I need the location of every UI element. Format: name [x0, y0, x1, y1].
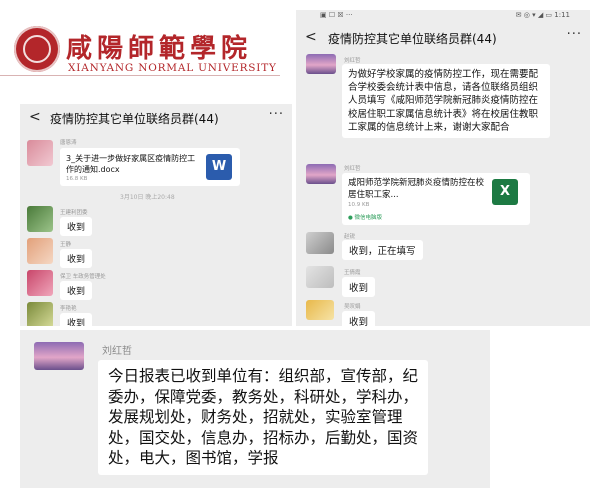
more-icon[interactable]: ··· [567, 27, 582, 42]
chat-title: 疫情防控其它单位联络员群(44) [50, 112, 219, 126]
chat-title: 疫情防控其它单位联络员群(44) [328, 32, 497, 46]
avatar[interactable] [27, 270, 53, 296]
avatar[interactable] [306, 54, 336, 74]
timestamp: 3月10日 晚上20:48 [120, 194, 175, 201]
message-bubble[interactable]: 收到 [342, 277, 376, 297]
message-bubble[interactable]: 收到，正在填写 [342, 240, 423, 260]
sender-name: 刘红哲 [344, 166, 361, 172]
avatar[interactable] [27, 140, 53, 166]
right-chat-window: ▣ ☐ ☒ ··· ✉ ◎ ▾ ◢ ▭ 1:11 < 疫情防控其它单位联络员群(… [296, 10, 590, 326]
bottom-chat-window: 刘红哲 今日报表已收到单位有：组织部，宣传部，纪委办，保障党委，教务处，科研处，… [20, 330, 490, 488]
word-file-icon: W [206, 154, 232, 180]
file-message[interactable]: 咸阳师范学院新冠肺炎疫情防控在校居住职工家... 10.9 KB X ● 微信电… [342, 173, 530, 225]
back-icon[interactable]: < [29, 109, 41, 125]
file-size: 10.9 KB [348, 202, 370, 208]
excel-file-icon: X [492, 179, 518, 205]
message-bubble[interactable]: 收到 [342, 311, 376, 326]
sender-name: 李艳艳 [60, 306, 77, 312]
avatar[interactable] [306, 232, 334, 254]
chat-header: < 疫情防控其它单位联络员群(44) ··· [296, 24, 590, 52]
sender-name: 唐恩涛 [60, 140, 77, 146]
message-bubble[interactable]: 收到 [60, 313, 93, 326]
university-name-cn: 咸陽師範學院 [66, 34, 253, 64]
avatar[interactable] [34, 342, 84, 370]
university-name-en: XIANYANG NORMAL UNIVERSITY [68, 62, 277, 74]
sender-name: 吴叹娟 [344, 304, 361, 310]
left-chat-window: < 疫情防控其它单位联络员群(44) ··· 唐恩涛 3_关于进一步做好家属区疫… [20, 104, 292, 326]
file-source-label: ● 微信电脑版 [348, 215, 383, 221]
status-bar: ▣ ☐ ☒ ··· ✉ ◎ ▾ ◢ ▭ 1:11 [296, 10, 590, 22]
university-logo-emblem [14, 26, 60, 72]
file-name: 3_关于进一步做好家属区疫情防控工作的通知.docx [66, 154, 196, 174]
sender-name: 王倩霞 [344, 270, 361, 276]
sender-name: 王静 [60, 242, 72, 248]
file-message[interactable]: 3_关于进一步做好家属区疫情防控工作的通知.docx 16.8 KB W [60, 148, 240, 186]
sender-name: 刘红哲 [102, 346, 132, 357]
sender-name: 王建利团委 [60, 210, 88, 216]
avatar[interactable] [27, 206, 53, 232]
file-size: 16.8 KB [66, 176, 88, 182]
sender-name: 保卫 车政务管理处 [60, 274, 106, 280]
avatar[interactable] [306, 164, 336, 184]
message-bubble[interactable]: 今日报表已收到单位有：组织部，宣传部，纪委办，保障党委，教务处，科研处，学科办，… [98, 360, 428, 475]
status-right-icons: ✉ ◎ ▾ ◢ ▭ 1:11 [515, 11, 570, 19]
message-bubble[interactable]: 收到 [60, 281, 93, 300]
sender-name: 赵锐 [344, 234, 356, 240]
avatar[interactable] [306, 300, 334, 320]
sender-name: 刘红哲 [344, 58, 361, 64]
chat-header: < 疫情防控其它单位联络员群(44) ··· [20, 104, 292, 132]
file-name: 咸阳师范学院新冠肺炎疫情防控在校居住职工家... [348, 178, 485, 200]
message-bubble[interactable]: 收到 [60, 217, 93, 236]
logo-divider [0, 75, 280, 76]
avatar[interactable] [27, 238, 53, 264]
more-icon[interactable]: ··· [269, 107, 284, 122]
avatar[interactable] [306, 266, 334, 288]
avatar[interactable] [27, 302, 53, 326]
message-bubble[interactable]: 收到 [60, 249, 93, 268]
message-bubble[interactable]: 为做好学校家属的疫情防控工作，现在需要配合学校委会统计表中信息，请各位联络员组织… [342, 64, 550, 139]
status-left-icons: ▣ ☐ ☒ ··· [320, 11, 353, 19]
back-icon[interactable]: < [305, 29, 317, 45]
